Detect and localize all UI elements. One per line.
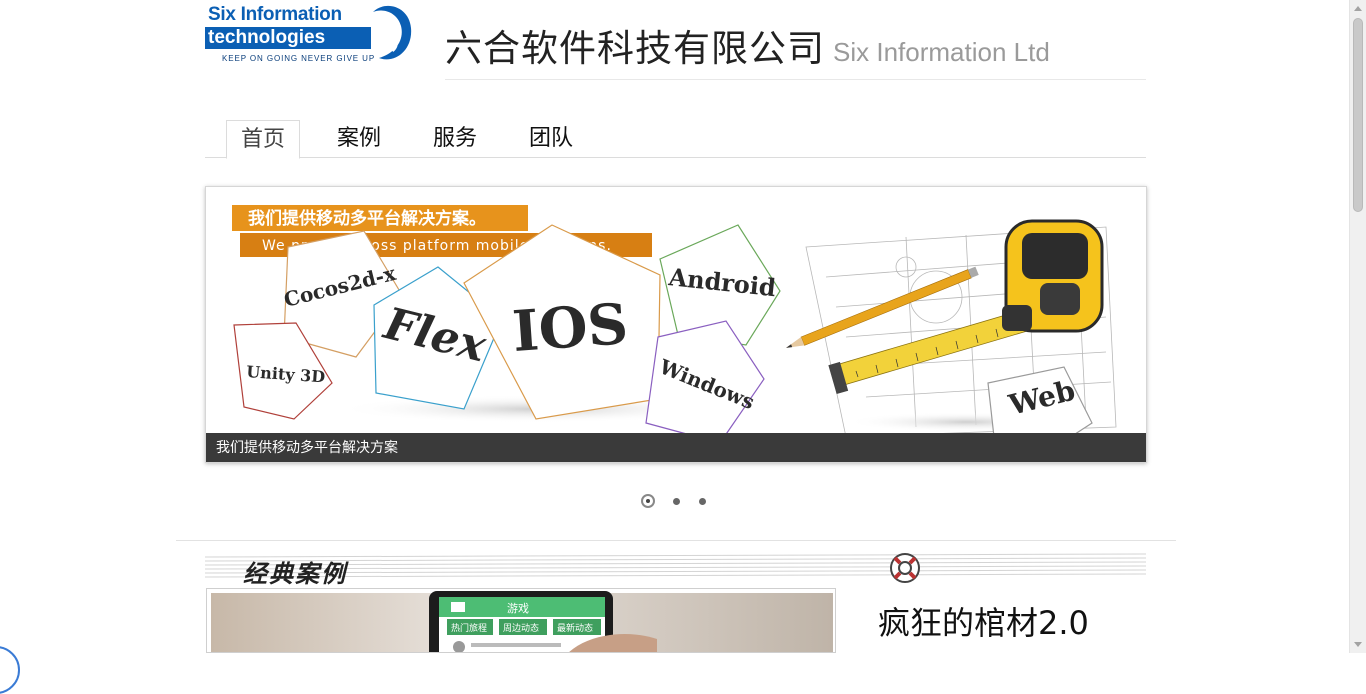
case-thumbnail[interactable]: 游戏 热门旅程 周边动态 最新动态 — [206, 588, 836, 653]
logo-line1: Six Information — [208, 4, 342, 25]
globe-icon — [373, 5, 412, 60]
label-ios: IOS — [510, 291, 630, 365]
scroll-up-arrow-icon[interactable] — [1354, 6, 1362, 11]
slider-dot-3[interactable] — [699, 498, 706, 505]
app-tab-2: 周边动态 — [503, 622, 539, 634]
case-title[interactable]: 疯狂的棺材2.0 — [878, 598, 1089, 644]
company-name-cn: 六合软件科技有限公司 — [445, 27, 825, 70]
banner-image: 我们提供移动多平台解决方案。 We provide cross platform… — [232, 205, 1117, 454]
slider-dot-2[interactable] — [673, 498, 680, 505]
scrollbar-thumb[interactable] — [1353, 18, 1363, 212]
scroll-down-arrow-icon[interactable] — [1354, 642, 1362, 647]
banner-headline-cn: 我们提供移动多平台解决方案。 — [248, 208, 486, 229]
section-header: 经典案例 — [205, 551, 1146, 588]
tab-services[interactable]: 服务 — [419, 120, 491, 158]
logo-line2: technologies — [205, 27, 371, 49]
company-logo[interactable]: Six Information technologies KEEP ON GOI… — [205, 2, 413, 66]
section-title-classic-cases: 经典案例 — [243, 560, 347, 588]
tab-cases[interactable]: 案例 — [323, 120, 395, 158]
banner-caption: 我们提供移动多平台解决方案 — [206, 433, 1146, 462]
logo-tagline: KEEP ON GOING NEVER GIVE UP — [222, 54, 376, 63]
tab-team[interactable]: 团队 — [515, 120, 587, 158]
company-name: 六合软件科技有限公司 Six Information Ltd — [445, 18, 1050, 72]
tab-home[interactable]: 首页 — [226, 120, 300, 159]
section-divider — [176, 540, 1176, 541]
app-tab-3: 最新动态 — [557, 622, 593, 634]
slider-dot-1[interactable] — [641, 494, 655, 508]
app-tab-1: 热门旅程 — [451, 622, 487, 634]
header-divider — [445, 79, 1146, 80]
case-screenshot: 游戏 热门旅程 周边动态 最新动态 — [211, 591, 833, 652]
floating-widget-icon[interactable] — [0, 646, 20, 694]
banner-slider[interactable]: 我们提供移动多平台解决方案。 We provide cross platform… — [205, 186, 1147, 463]
app-header-label: 游戏 — [507, 602, 529, 615]
vertical-scrollbar[interactable] — [1349, 0, 1366, 653]
lifebuoy-icon — [890, 553, 920, 583]
main-nav: 首页 案例 服务 团队 — [205, 120, 1146, 159]
company-name-en: Six Information Ltd — [833, 37, 1050, 67]
